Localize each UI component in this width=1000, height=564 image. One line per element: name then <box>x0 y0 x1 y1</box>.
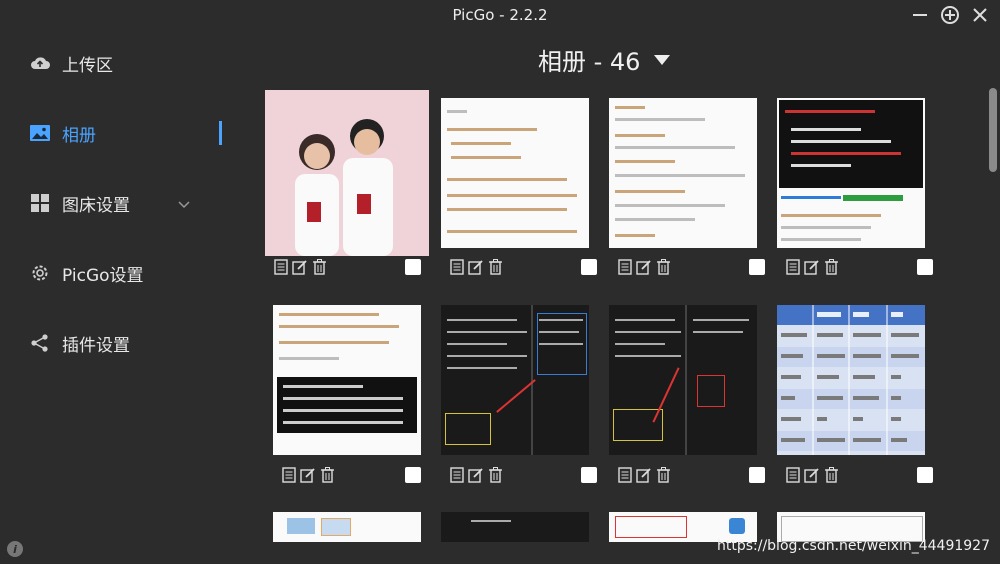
chevron-down-icon <box>178 194 190 214</box>
thumbnail-image[interactable] <box>441 512 589 542</box>
select-checkbox[interactable] <box>749 467 765 483</box>
trash-icon[interactable] <box>311 258 327 276</box>
card-actions <box>785 258 839 276</box>
thumbnail-image[interactable] <box>273 512 421 542</box>
gear-icon <box>30 263 50 283</box>
select-checkbox[interactable] <box>581 259 597 275</box>
file-text-icon[interactable] <box>785 466 801 484</box>
file-text-icon[interactable] <box>617 466 633 484</box>
card-actions <box>449 466 503 484</box>
select-checkbox[interactable] <box>749 259 765 275</box>
trash-icon[interactable] <box>655 258 671 276</box>
thumbnail-image[interactable] <box>441 305 589 455</box>
card-actions <box>617 258 671 276</box>
edit-icon[interactable] <box>468 258 484 276</box>
card-actions <box>273 258 327 276</box>
sidebar-item-label: 相册 <box>62 125 96 146</box>
sidebar-item-picbed-settings[interactable]: 图床设置 <box>30 188 220 218</box>
edit-icon[interactable] <box>636 258 652 276</box>
edit-icon[interactable] <box>468 466 484 484</box>
card-actions <box>617 466 671 484</box>
select-checkbox[interactable] <box>405 259 421 275</box>
plus-circle-icon <box>941 6 959 24</box>
maximize-button[interactable] <box>940 5 960 25</box>
cloud-upload-icon <box>30 53 50 73</box>
info-icon[interactable]: i <box>7 541 23 557</box>
trash-icon[interactable] <box>487 258 503 276</box>
thumbnail-image[interactable] <box>609 98 757 248</box>
trash-icon[interactable] <box>319 466 335 484</box>
edit-icon[interactable] <box>804 466 820 484</box>
select-checkbox[interactable] <box>405 467 421 483</box>
card-actions <box>785 466 839 484</box>
sidebar-item-label: PicGo设置 <box>62 265 144 286</box>
window-title: PicGo - 2.2.2 <box>452 6 548 24</box>
gallery-grid <box>265 90 945 564</box>
close-button[interactable] <box>970 5 990 25</box>
thumbnail-image[interactable] <box>777 98 925 248</box>
sidebar-item-label: 图床设置 <box>62 195 130 216</box>
active-indicator <box>219 121 222 145</box>
sidebar-item-plugin-settings[interactable]: 插件设置 <box>30 328 220 358</box>
sidebar-item-label: 上传区 <box>62 55 113 76</box>
edit-icon[interactable] <box>300 466 316 484</box>
trash-icon[interactable] <box>655 466 671 484</box>
share-icon <box>30 333 50 353</box>
select-checkbox[interactable] <box>917 467 933 483</box>
select-checkbox[interactable] <box>917 259 933 275</box>
file-text-icon[interactable] <box>785 258 801 276</box>
file-text-icon[interactable] <box>273 258 289 276</box>
title-bar: PicGo - 2.2.2 <box>0 0 1000 30</box>
file-text-icon[interactable] <box>617 258 633 276</box>
file-text-icon[interactable] <box>281 466 297 484</box>
edit-icon[interactable] <box>804 258 820 276</box>
minimize-button[interactable] <box>910 5 930 25</box>
sidebar-item-label: 插件设置 <box>62 335 130 356</box>
select-checkbox[interactable] <box>581 467 597 483</box>
trash-icon[interactable] <box>487 466 503 484</box>
thumbnail-image[interactable] <box>777 305 925 455</box>
minimize-icon <box>913 14 927 16</box>
thumbnail-image[interactable] <box>265 90 429 256</box>
watermark-text: https://blog.csdn.net/weixin_44491927 <box>716 538 990 554</box>
thumbnail-image[interactable] <box>273 305 421 455</box>
close-icon <box>973 8 987 22</box>
caret-down-icon <box>654 54 671 65</box>
sidebar-item-upload[interactable]: 上传区 <box>30 48 220 78</box>
card-actions <box>449 258 503 276</box>
image-icon <box>30 123 50 143</box>
thumbnail-image[interactable] <box>609 305 757 455</box>
card-actions <box>281 466 335 484</box>
sidebar-item-picgo-settings[interactable]: PicGo设置 <box>30 258 220 288</box>
grid-icon <box>30 193 50 213</box>
trash-icon[interactable] <box>823 466 839 484</box>
file-text-icon[interactable] <box>449 466 465 484</box>
sidebar-item-gallery[interactable]: 相册 <box>30 118 222 148</box>
scrollbar-thumb[interactable] <box>989 88 997 172</box>
album-header[interactable]: 相册 - 46 <box>538 42 671 77</box>
file-text-icon[interactable] <box>449 258 465 276</box>
trash-icon[interactable] <box>823 258 839 276</box>
edit-icon[interactable] <box>292 258 308 276</box>
sidebar: 上传区 相册 图床设置 PicGo设置 插件设置 i <box>0 30 240 564</box>
thumbnail-image[interactable] <box>441 98 589 248</box>
edit-icon[interactable] <box>636 466 652 484</box>
window-controls <box>910 5 990 25</box>
album-title: 相册 - 46 <box>538 48 641 76</box>
